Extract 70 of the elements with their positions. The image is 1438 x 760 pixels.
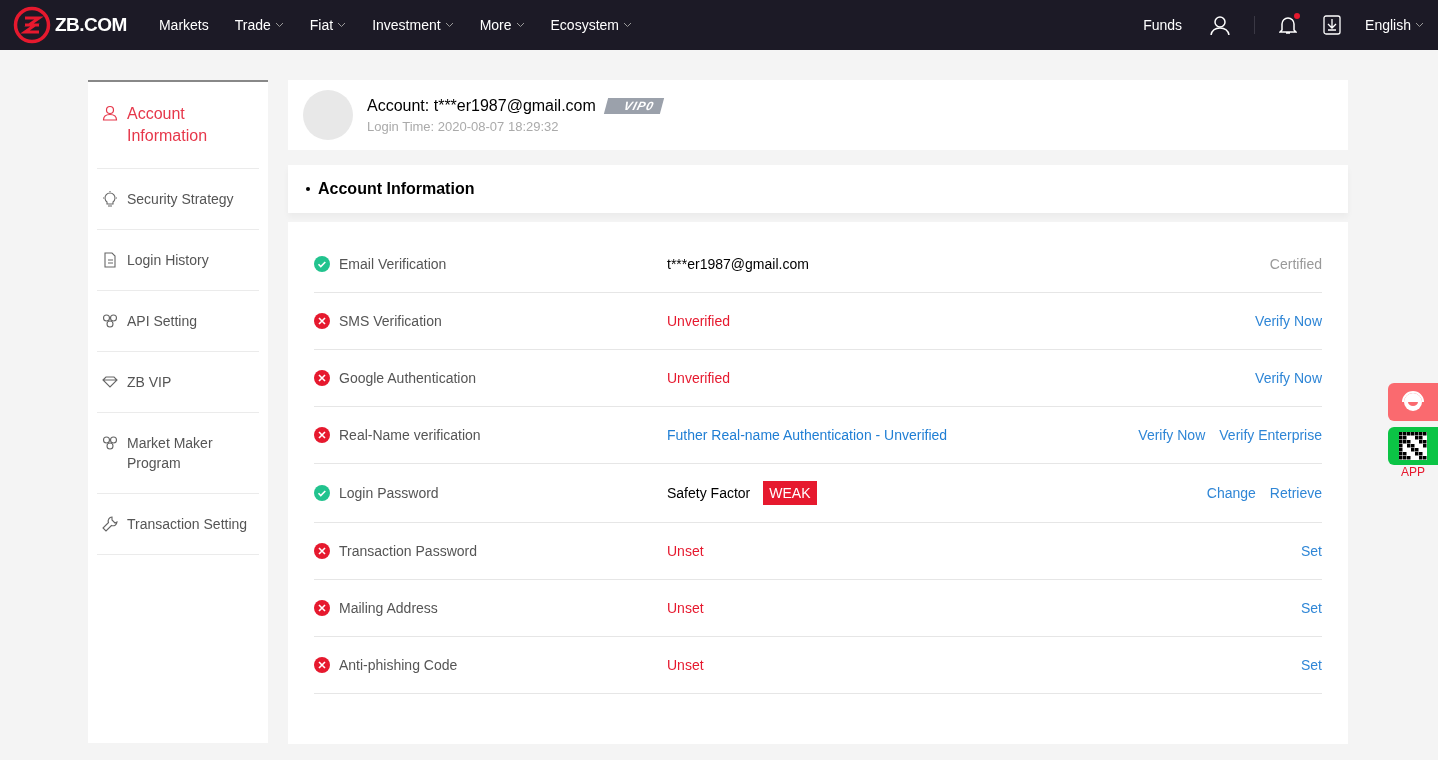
row-value: Unset [667,657,704,673]
account-email: Account: t***er1987@gmail.com [367,96,596,115]
caret-icon [623,22,632,28]
row-value: Unset [667,600,704,616]
bell-icon[interactable] [1279,15,1298,35]
sidebar-item[interactable]: ZB VIP [97,352,259,413]
diamond-icon [102,374,118,390]
app-label: APP [1401,465,1425,479]
action-link[interactable]: Change [1206,485,1256,501]
row-value: t***er1987@gmail.com [667,256,809,272]
nav-menu-item[interactable]: Fiat [309,17,347,33]
action-link[interactable]: Set [1301,600,1322,616]
action-link[interactable]: Set [1301,543,1322,559]
caret-icon [1415,22,1424,28]
caret-icon [444,22,454,28]
language-selector[interactable]: English [1365,17,1424,33]
customer-support-button[interactable] [1388,383,1438,421]
sidebar-item[interactable]: Account Information [97,82,259,169]
download-icon[interactable] [1323,15,1342,35]
row-label: Google Authentication [339,370,476,386]
row-label: Real-Name verification [339,427,481,443]
action-link[interactable]: Verify Now [1255,313,1322,329]
three-circles-icon [102,435,118,451]
row-label: Transaction Password [339,543,477,559]
row-label: Mailing Address [339,600,438,616]
headset-face-icon [1400,390,1426,414]
status-text: Certified [1269,256,1322,272]
caret-icon [274,22,284,28]
wrench-icon [102,516,118,532]
nav-menu-item[interactable]: Ecosystem [550,17,632,33]
action-link[interactable]: Verify Enterprise [1219,427,1322,443]
row-value: Safety Factor [667,485,751,501]
nav-menu-item[interactable]: Trade [234,17,284,33]
document-icon [102,252,118,268]
action-link[interactable]: Retrieve [1269,485,1322,501]
sidebar-item[interactable]: API Setting [97,291,259,352]
section-title: Account Information [318,180,475,198]
nav-menu-item[interactable]: More [479,17,525,33]
row-label: SMS Verification [339,313,442,329]
logo-icon [13,6,51,44]
row-value: Unverified [667,370,731,386]
nav-menu-item[interactable]: Investment [372,17,454,33]
user-icon[interactable] [1210,15,1231,35]
nav-menu-item[interactable]: Markets [158,17,209,33]
three-circles-icon [102,313,118,329]
caret-icon [515,22,525,28]
action-link[interactable]: Verify Now [1255,370,1322,386]
row-value: Unverified [667,313,731,329]
vip-badge: VIP0 [603,97,664,114]
user-icon [102,105,118,121]
row-label: Login Password [339,485,439,501]
action-link[interactable]: Verify Now [1138,427,1206,443]
sidebar-item[interactable]: Login History [97,230,259,291]
logo-text[interactable]: ZB.COM [55,14,127,36]
row-label: Email Verification [339,256,447,272]
app-qr-button[interactable] [1388,427,1438,465]
sidebar-item[interactable]: Transaction Setting [97,494,259,555]
qr-code-icon [1399,432,1427,460]
row-value: Unset [667,543,704,559]
row-value-link[interactable]: Futher Real-name Authentication - Unverified [667,427,948,443]
sidebar-item[interactable]: Market Maker Program [97,413,259,494]
action-link[interactable]: Set [1301,657,1322,673]
bullet-icon [306,187,310,191]
row-label: Anti-phishing Code [339,657,458,673]
funds-link[interactable]: Funds [1143,17,1183,33]
strength-badge: WEAK [763,481,817,505]
sidebar-item[interactable]: Security Strategy [97,169,259,230]
caret-icon [337,22,347,28]
lightbulb-icon [102,191,118,207]
login-time: Login Time: 2020-08-07 18:29:32 [367,118,560,134]
